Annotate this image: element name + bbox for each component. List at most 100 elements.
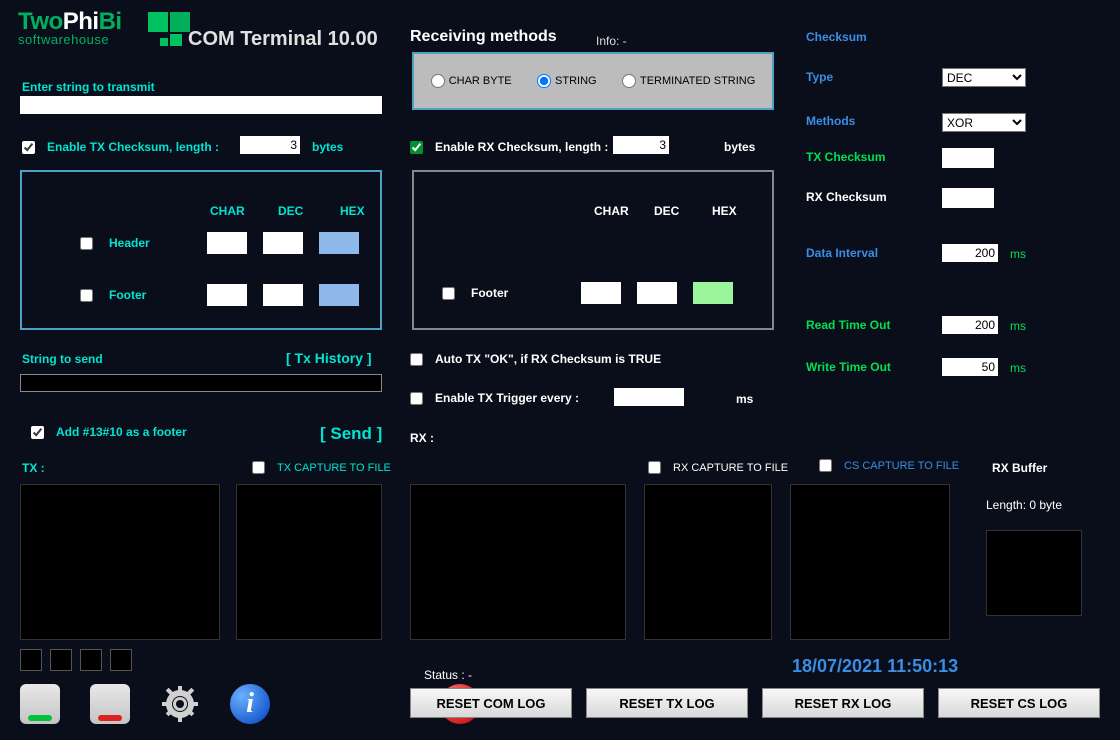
receiving-methods-panel: CHAR BYTE STRING TERMINATED STRING xyxy=(412,52,774,110)
status-ind-4 xyxy=(110,649,132,671)
enable-rx-checksum-row: Enable RX Checksum, length : xyxy=(410,140,608,154)
radio-string-label: STRING xyxy=(555,75,597,87)
type-label: Type xyxy=(806,70,833,84)
rx-footer-char[interactable] xyxy=(581,282,621,304)
reset-com-log-button[interactable]: RESET COM LOG xyxy=(410,688,572,718)
logo: TwoPhiBi softwarehouse xyxy=(18,8,168,62)
disconnect-icon[interactable] xyxy=(90,684,130,724)
auto-tx-ok-row: Auto TX "OK", if RX Checksum is TRUE xyxy=(410,352,661,366)
tx-log-1[interactable] xyxy=(20,484,220,640)
rx-footer-label: Footer xyxy=(471,286,527,300)
rx-footer-dec[interactable] xyxy=(637,282,677,304)
radio-char-byte-label: CHAR BYTE xyxy=(449,75,512,87)
read-timeout-input[interactable] xyxy=(942,316,998,334)
enable-tx-checksum-checkbox[interactable] xyxy=(22,141,35,154)
rx-checksum-value xyxy=(942,188,994,208)
transmit-input[interactable] xyxy=(20,96,382,114)
enter-string-label: Enter string to transmit xyxy=(22,80,155,94)
add-1310-label: Add #13#10 as a footer xyxy=(56,425,187,439)
tx-header-hex[interactable] xyxy=(319,232,359,254)
rx-col-char: CHAR xyxy=(594,204,629,218)
rx-capture-label: RX CAPTURE TO FILE xyxy=(673,462,788,474)
info-label: Info: - xyxy=(596,34,627,48)
trigger-interval-input[interactable] xyxy=(614,388,684,406)
settings-icon[interactable] xyxy=(160,684,200,724)
read-timeout-label: Read Time Out xyxy=(806,318,890,332)
tx-checksum-value xyxy=(942,148,994,168)
tx-log-2[interactable] xyxy=(236,484,382,640)
tx-capture-label: TX CAPTURE TO FILE xyxy=(277,462,391,474)
type-select[interactable]: DEC xyxy=(942,68,1026,87)
col-char: CHAR xyxy=(210,204,245,218)
rx-buffer-length: Length: 0 byte xyxy=(986,498,1062,512)
tx-header-char[interactable] xyxy=(207,232,247,254)
tx-header-label: Header xyxy=(109,236,165,250)
rx-buffer-title: RX Buffer xyxy=(992,461,1047,475)
tx-header-dec[interactable] xyxy=(263,232,303,254)
enable-rx-checksum-checkbox[interactable] xyxy=(410,141,423,154)
cs-capture-label: CS CAPTURE TO FILE xyxy=(844,460,959,472)
radio-char-byte[interactable]: CHAR BYTE xyxy=(431,74,512,88)
enable-trigger-label: Enable TX Trigger every : xyxy=(435,391,579,405)
tx-checksum-label: TX Checksum xyxy=(806,150,885,164)
tx-footer-checkbox[interactable] xyxy=(80,289,93,302)
reset-cs-log-button[interactable]: RESET CS LOG xyxy=(938,688,1100,718)
tx-footer-char[interactable] xyxy=(207,284,247,306)
add-1310-row: Add #13#10 as a footer xyxy=(31,425,187,439)
methods-select[interactable]: XOR xyxy=(942,113,1026,132)
auto-tx-ok-label: Auto TX "OK", if RX Checksum is TRUE xyxy=(435,352,661,366)
status-ind-2 xyxy=(50,649,72,671)
enable-trigger-checkbox[interactable] xyxy=(410,392,423,405)
rx-col-dec: DEC xyxy=(654,204,679,218)
rx-buffer-display xyxy=(986,530,1082,616)
radio-terminated[interactable]: TERMINATED STRING xyxy=(622,74,755,88)
rx-checksum-length-input[interactable] xyxy=(613,136,669,154)
rx-log-2[interactable] xyxy=(644,484,772,640)
di-ms: ms xyxy=(1010,247,1026,261)
rx-footer-row: Footer xyxy=(442,282,733,304)
cs-log[interactable] xyxy=(790,484,950,640)
info-icon[interactable]: i xyxy=(230,684,270,724)
rx-log-1[interactable] xyxy=(410,484,626,640)
wto-ms: ms xyxy=(1010,361,1026,375)
tx-header-checkbox[interactable] xyxy=(80,237,93,250)
rx-footer-checkbox[interactable] xyxy=(442,287,455,300)
checksum-title: Checksum xyxy=(806,30,867,44)
enable-rx-checksum-label: Enable RX Checksum, length : xyxy=(435,140,608,154)
auto-tx-ok-checkbox[interactable] xyxy=(410,353,423,366)
methods-label: Methods xyxy=(806,114,855,128)
data-interval-input[interactable] xyxy=(942,244,998,262)
tx-footer-hex[interactable] xyxy=(319,284,359,306)
tx-footer-dec[interactable] xyxy=(263,284,303,306)
enable-tx-checksum-label: Enable TX Checksum, length : xyxy=(47,140,219,154)
add-1310-checkbox[interactable] xyxy=(31,426,44,439)
write-timeout-input[interactable] xyxy=(942,358,998,376)
connect-icon[interactable] xyxy=(20,684,60,724)
rx-checksum-label: RX Checksum xyxy=(806,190,887,204)
string-to-send-input[interactable] xyxy=(20,374,382,392)
reset-tx-log-button[interactable]: RESET TX LOG xyxy=(586,688,748,718)
logo-subtitle: softwarehouse xyxy=(18,32,168,47)
cs-capture-checkbox[interactable] xyxy=(819,459,832,472)
tx-header-row: Header xyxy=(80,232,359,254)
enable-trigger-row: Enable TX Trigger every : xyxy=(410,391,579,405)
col-dec: DEC xyxy=(278,204,303,218)
cs-capture-row: CS CAPTURE TO FILE xyxy=(819,459,959,472)
tx-history-link[interactable]: [ Tx History ] xyxy=(286,350,372,366)
tx-capture-row: TX CAPTURE TO FILE xyxy=(252,461,391,474)
tx-checksum-length-input[interactable] xyxy=(240,136,300,154)
rx-capture-checkbox[interactable] xyxy=(648,461,661,474)
col-hex: HEX xyxy=(340,204,365,218)
status-ind-1 xyxy=(20,649,42,671)
tx-capture-checkbox[interactable] xyxy=(252,461,265,474)
send-button[interactable]: [ Send ] xyxy=(320,424,382,444)
radio-string[interactable]: STRING xyxy=(537,74,597,88)
tx-section-label: TX : xyxy=(22,461,45,475)
rx-bytes-label: bytes xyxy=(724,140,755,154)
tx-footer-row: Footer xyxy=(80,284,359,306)
radio-terminated-label: TERMINATED STRING xyxy=(640,75,755,87)
rx-footer-hex[interactable] xyxy=(693,282,733,304)
write-timeout-label: Write Time Out xyxy=(806,360,891,374)
reset-rx-log-button[interactable]: RESET RX LOG xyxy=(762,688,924,718)
enable-tx-checksum-row: Enable TX Checksum, length : xyxy=(22,140,219,154)
